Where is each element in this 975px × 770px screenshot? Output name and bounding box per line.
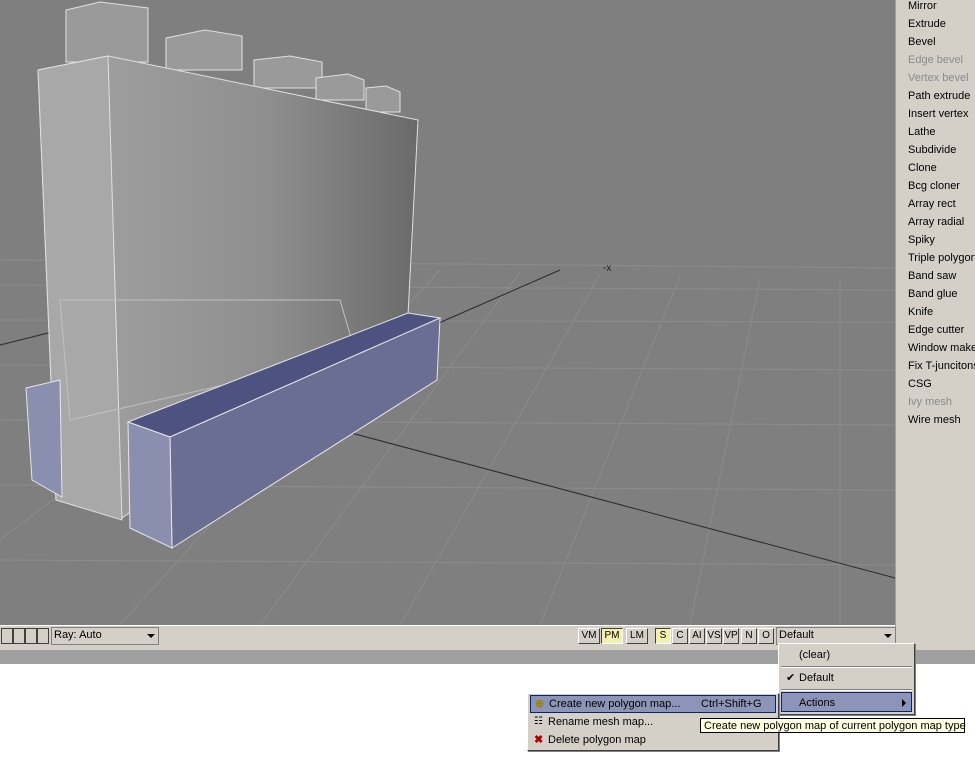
tool-knife[interactable]: Knife xyxy=(908,303,933,321)
tool-edge-bevel: Edge bevel xyxy=(908,54,964,66)
chevron-right-icon xyxy=(902,699,906,707)
flag-s-button[interactable]: S xyxy=(655,628,671,644)
tools-panel: Mirror Extrude Bevel Edge bevel Vertex bevel… xyxy=(895,0,975,650)
menu-separator xyxy=(781,689,912,691)
list-icon: ☷ xyxy=(534,716,543,727)
flag-c-button[interactable]: C xyxy=(672,628,688,644)
flag-vs-button[interactable]: VS xyxy=(706,628,722,644)
viewport-status-bar: Ray: Auto VM PM LM S C AI VS VP N O Default xyxy=(0,625,896,646)
tool-window-maker[interactable]: Window maker xyxy=(908,339,975,357)
tool-extrude[interactable]: Extrude xyxy=(908,15,946,33)
tool-fix-t-juncitons[interactable]: Fix T-juncitons xyxy=(908,357,975,375)
tool-spiky[interactable]: Spiky xyxy=(908,231,935,249)
tool-insert-vertex[interactable]: Insert vertex xyxy=(908,105,969,123)
tool-array-rect[interactable]: Array rect xyxy=(908,195,956,213)
tool-edge-cutter[interactable]: Edge cutter xyxy=(908,321,964,339)
flag-n-button[interactable]: N xyxy=(741,628,757,644)
tool-vertex-bevel: Vertex bevel xyxy=(908,72,969,84)
plus-icon: ⊕ xyxy=(535,698,545,710)
tool-path-extrude[interactable]: Path extrude xyxy=(908,87,970,105)
tool-clone[interactable]: Clone xyxy=(908,159,937,177)
view-toggle-4[interactable] xyxy=(37,628,49,644)
flag-o-button[interactable]: O xyxy=(758,628,774,644)
tooltip: Create new polygon map of current polygo… xyxy=(700,718,966,733)
map-mode-pm-button[interactable]: PM xyxy=(601,628,623,644)
map-mode-vm-button[interactable]: VM xyxy=(578,628,600,644)
ray-mode-dropdown[interactable]: Ray: Auto xyxy=(51,627,159,645)
tool-triple-polygon[interactable]: Triple polygon xyxy=(908,249,975,267)
view-toggle-2[interactable] xyxy=(13,628,25,644)
flag-vp-button[interactable]: VP xyxy=(723,628,739,644)
ray-mode-value: Ray: Auto xyxy=(54,629,102,641)
polygon-map-value: Default xyxy=(779,629,814,641)
tool-csg[interactable]: CSG xyxy=(908,375,932,393)
menu-item-default[interactable]: ✔ Default xyxy=(781,668,912,688)
flag-ai-button[interactable]: AI xyxy=(689,628,705,644)
tool-array-radial[interactable]: Array radial xyxy=(908,213,964,231)
chevron-down-icon xyxy=(147,634,155,638)
map-mode-lm-button[interactable]: LM xyxy=(626,628,648,644)
menu-item-actions[interactable]: Actions xyxy=(781,692,912,712)
view-toggle-3[interactable] xyxy=(25,628,37,644)
tool-bevel[interactable]: Bevel xyxy=(908,33,936,51)
check-icon: ✔ xyxy=(786,672,796,684)
tool-band-saw[interactable]: Band saw xyxy=(908,267,956,285)
tool-lathe[interactable]: Lathe xyxy=(908,123,936,141)
tool-band-glue[interactable]: Band glue xyxy=(908,285,958,303)
cursor-marker: -x xyxy=(603,263,612,274)
polygon-map-menu: (clear) ✔ Default Actions xyxy=(778,643,915,715)
create-polygon-map-item[interactable]: ⊕ Create new polygon map... Ctrl+Shift+G xyxy=(530,695,776,713)
tool-ivy-mesh: Ivy mesh xyxy=(908,396,953,408)
delete-x-icon: ✖ xyxy=(534,734,544,746)
tool-subdivide[interactable]: Subdivide xyxy=(908,141,956,159)
viewport-scene xyxy=(0,1,895,625)
menu-item-clear[interactable]: (clear) xyxy=(781,645,912,665)
3d-viewport[interactable]: -x xyxy=(0,0,895,625)
tool-wire-mesh[interactable]: Wire mesh xyxy=(908,411,961,429)
tool-bcg-cloner[interactable]: Bcg cloner xyxy=(908,177,960,195)
chevron-down-icon xyxy=(884,634,892,638)
tool-mirror[interactable]: Mirror xyxy=(908,0,937,15)
view-toggle-1[interactable] xyxy=(1,628,13,644)
